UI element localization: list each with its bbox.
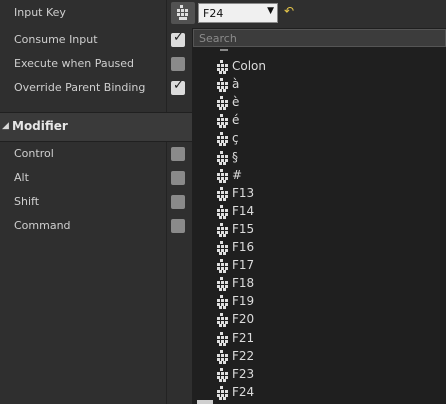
keyboard-icon xyxy=(177,5,188,20)
consume-input-label: Consume Input xyxy=(14,33,98,46)
key-list-item[interactable]: ç xyxy=(193,130,446,148)
property-row-override-parent-binding: Override Parent Binding ✓ xyxy=(0,76,192,100)
keyboard-key-icon xyxy=(215,150,229,165)
shift-checkbox[interactable] xyxy=(171,195,185,209)
key-name: ç xyxy=(232,131,239,146)
key-name: F23 xyxy=(232,366,255,381)
control-label: Control xyxy=(14,147,54,160)
execute-when-paused-checkbox[interactable] xyxy=(171,57,185,71)
key-list: Colon à è é ç § # F13 F14 F15 F16 F17 F18 F19 F20 F21 F2… xyxy=(193,48,446,404)
search-input[interactable] xyxy=(194,30,445,46)
key-list-item[interactable]: F17 xyxy=(193,257,446,275)
key-list-item[interactable]: F24 xyxy=(193,384,446,402)
command-checkbox[interactable] xyxy=(171,219,185,233)
key-list-item[interactable]: F13 xyxy=(193,185,446,203)
command-label: Command xyxy=(14,219,71,232)
keyboard-key-icon xyxy=(215,186,229,201)
key-name: § xyxy=(232,149,238,164)
key-list-item[interactable]: § xyxy=(193,149,446,167)
keyboard-key-icon xyxy=(215,60,229,74)
key-list-item[interactable]: F16 xyxy=(193,239,446,257)
key-name: F19 xyxy=(232,294,255,309)
alt-checkbox[interactable] xyxy=(171,171,185,185)
key-name: F24 xyxy=(232,384,255,399)
keyboard-key-icon xyxy=(215,349,229,364)
key-name: F20 xyxy=(232,312,255,327)
list-overflow-indicator xyxy=(197,400,213,404)
shift-label: Shift xyxy=(14,195,40,208)
modifier-row-control: Control xyxy=(0,142,192,166)
execute-when-paused-label: Execute when Paused xyxy=(14,57,135,70)
key-name: Colon xyxy=(232,59,267,73)
key-list-item[interactable]: è xyxy=(193,94,446,112)
check-icon: ✓ xyxy=(173,30,184,45)
key-name: F17 xyxy=(232,258,255,273)
modifier-section-header[interactable]: ◢ Modifier xyxy=(0,112,192,142)
details-panel: Input Key Consume Input ✓ Execute when P… xyxy=(0,0,192,404)
override-parent-binding-checkbox[interactable]: ✓ xyxy=(171,78,185,95)
keyboard-key-icon xyxy=(215,241,229,255)
property-row-execute-when-paused: Execute when Paused xyxy=(0,52,192,76)
property-row-input-key: Input Key xyxy=(0,1,192,25)
key-name: F14 xyxy=(232,203,255,218)
alt-label: Alt xyxy=(14,171,29,184)
keyboard-key-icon xyxy=(215,204,229,219)
key-list-item[interactable]: é xyxy=(193,112,446,130)
search-box[interactable] xyxy=(193,29,446,47)
key-list-item[interactable]: F20 xyxy=(193,311,446,329)
modifier-row-shift: Shift xyxy=(0,190,192,214)
chevron-down-icon: ▼ xyxy=(267,6,274,16)
keyboard-key-icon xyxy=(215,78,229,93)
modifier-row-command: Command xyxy=(0,214,192,238)
keyboard-key-icon xyxy=(215,114,229,129)
key-list-item[interactable]: F18 xyxy=(193,275,446,293)
keyboard-key-icon xyxy=(215,277,229,292)
key-selector-button[interactable] xyxy=(171,2,195,24)
key-list-item[interactable]: F14 xyxy=(193,203,446,221)
key-name: F21 xyxy=(232,330,255,345)
keyboard-key-icon xyxy=(215,222,229,237)
key-name: F18 xyxy=(232,276,255,291)
key-name: F15 xyxy=(232,221,255,236)
key-list-item[interactable]: F22 xyxy=(193,348,446,366)
key-name: # xyxy=(232,167,243,182)
keyboard-key-icon xyxy=(215,132,229,147)
key-name: F13 xyxy=(232,185,255,200)
key-list-item[interactable]: à xyxy=(193,76,446,94)
keyboard-key-icon xyxy=(215,295,229,310)
modifier-section-title: Modifier xyxy=(12,119,68,133)
property-row-consume-input: Consume Input ✓ xyxy=(0,28,192,52)
key-combo-box[interactable]: F24 ▼ xyxy=(198,3,278,23)
key-list-item[interactable]: # xyxy=(193,167,446,185)
keyboard-key-icon xyxy=(215,367,229,382)
key-name: è xyxy=(232,95,240,110)
check-icon: ✓ xyxy=(173,78,184,93)
key-list-item[interactable]: F21 xyxy=(193,330,446,348)
key-name: F16 xyxy=(232,240,255,254)
key-name: é xyxy=(232,113,240,128)
key-name: F22 xyxy=(232,348,255,363)
key-list-item[interactable]: F19 xyxy=(193,293,446,311)
keyboard-key-icon xyxy=(215,168,229,183)
key-list-item[interactable]: F23 xyxy=(193,366,446,384)
reset-to-default-icon[interactable]: ↶ xyxy=(284,4,294,18)
key-name: à xyxy=(232,77,240,92)
selected-key-value: F24 xyxy=(203,7,224,20)
modifier-row-alt: Alt xyxy=(0,166,192,190)
keyboard-key-icon xyxy=(215,259,229,274)
input-key-label: Input Key xyxy=(14,6,66,19)
keyboard-key-icon xyxy=(215,96,229,111)
control-checkbox[interactable] xyxy=(171,147,185,161)
collapse-arrow-icon: ◢ xyxy=(2,121,9,131)
key-list-item[interactable]: Colon xyxy=(193,58,446,76)
keyboard-key-icon xyxy=(215,331,229,346)
keyboard-key-icon xyxy=(215,385,229,400)
override-parent-binding-label: Override Parent Binding xyxy=(14,81,146,94)
keyboard-key-icon xyxy=(215,313,229,328)
key-list-item[interactable]: F15 xyxy=(193,221,446,239)
consume-input-checkbox[interactable]: ✓ xyxy=(171,30,185,47)
